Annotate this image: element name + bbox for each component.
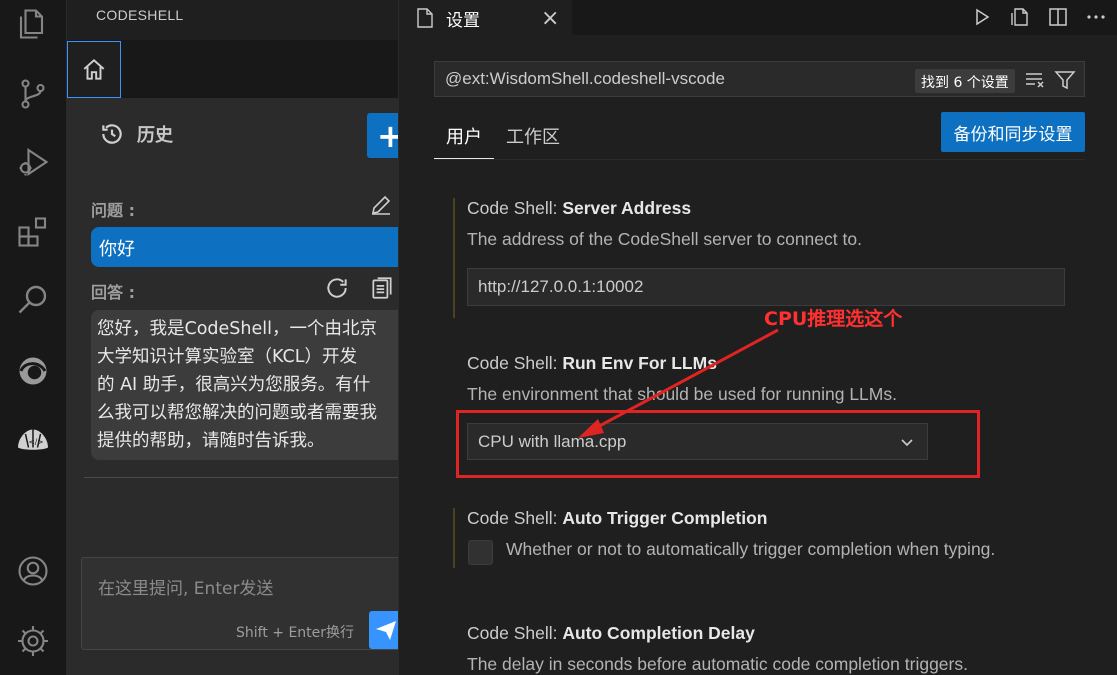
activity-bar: </> [0, 0, 67, 675]
editor-tabbar: 设置 × [400, 0, 1117, 35]
search-value: @ext:WisdomShell.codeshell-vscode [445, 69, 725, 88]
new-chat-button[interactable]: + [367, 113, 398, 158]
answer-label: 回答 : [91, 283, 135, 302]
history-label: 历史 [137, 125, 173, 146]
codeshell-sidebar: CODESHELL 历史 + 问题 : 你好 回答 : 您好，我是CodeShe… [67, 0, 399, 675]
settings-editor: @ext:WisdomShell.codeshell-vscode 找到 6 个… [400, 35, 1117, 675]
search-actions [1024, 69, 1076, 95]
close-icon[interactable]: × [541, 6, 559, 31]
chat-input[interactable]: 在这里提问, Enter发送 Shift + Enter换行 [81, 557, 398, 650]
setting-title: Code Shell: Auto Completion Delay [467, 623, 755, 643]
history-icon [102, 124, 122, 144]
send-button[interactable] [369, 611, 398, 649]
open-settings-json-icon[interactable] [1009, 6, 1031, 28]
annotation-text: CPU推理选这个 [764, 308, 903, 330]
answer-bubble: 您好，我是CodeShell，一个由北京 大学知识计算实验室（KCL）开发 的 … [91, 310, 398, 460]
home-icon [83, 58, 105, 80]
chat-input-hint: Shift + Enter换行 [236, 625, 355, 641]
history-button[interactable]: 历史 [99, 121, 173, 147]
annotation-box [456, 410, 980, 478]
svg-text:</>: </> [29, 438, 44, 447]
run-icon[interactable] [971, 6, 993, 28]
home-button[interactable] [67, 41, 121, 98]
answer-line: 的 AI 助手，很高兴为您服务。有什 [97, 375, 371, 395]
answer-line: 提供的帮助，请随时告诉我。 [97, 431, 325, 451]
setting-description: Whether or not to automatically trigger … [506, 539, 996, 559]
codeshell-icon[interactable]: </> [14, 421, 52, 459]
explorer-icon[interactable] [14, 5, 52, 43]
setting-server-address: Code Shell: Server Address The address o… [453, 198, 862, 318]
modified-indicator [453, 198, 455, 318]
source-control-icon[interactable] [14, 75, 52, 113]
clear-filter-icon[interactable] [1024, 69, 1046, 95]
edit-icon[interactable] [369, 193, 393, 221]
tab-title: 设置 [446, 10, 480, 31]
setting-run-env: Code Shell: Run Env For LLMs The environ… [467, 353, 897, 405]
extensions-icon[interactable] [14, 213, 52, 251]
answer-line: 么我可以帮您解决的问题或者需要我 [97, 403, 377, 423]
send-icon [376, 621, 396, 640]
setting-auto-trigger: Code Shell: Auto Trigger Completion Whet… [453, 508, 996, 568]
answer-line: 您好，我是CodeShell，一个由北京 [97, 319, 377, 339]
more-actions-icon[interactable] [1085, 6, 1107, 28]
tab-user[interactable]: 用户 [434, 123, 494, 159]
editor-actions [971, 6, 1107, 28]
backup-sync-button[interactable]: 备份和同步设置 [941, 112, 1085, 152]
setting-description: The delay in seconds before automatic co… [467, 654, 968, 674]
setting-description: The address of the CodeShell server to c… [467, 229, 862, 249]
divider [84, 477, 398, 478]
sidebar-title: CODESHELL [96, 7, 184, 23]
answer-line: 大学知识计算实验室（KCL）开发 [97, 347, 357, 367]
modified-indicator [453, 508, 455, 568]
found-badge: 找到 6 个设置 [915, 69, 1015, 93]
settings-gear-icon[interactable] [14, 622, 52, 660]
run-debug-icon[interactable] [14, 143, 52, 181]
regenerate-icon[interactable] [324, 275, 350, 305]
setting-title: Code Shell: Run Env For LLMs [467, 353, 717, 373]
account-icon[interactable] [14, 552, 52, 590]
settings-search-input[interactable]: @ext:WisdomShell.codeshell-vscode 找到 6 个… [434, 61, 1085, 97]
server-address-input[interactable]: http://127.0.0.1:10002 [467, 268, 1065, 306]
question-label: 问题 : [91, 201, 135, 220]
copy-icon[interactable] [369, 275, 395, 305]
tab-workspace[interactable]: 工作区 [506, 123, 560, 149]
setting-auto-completion-delay: Code Shell: Auto Completion Delay The de… [467, 623, 968, 675]
tab-settings[interactable]: 设置 × [400, 0, 572, 35]
chat-input-placeholder: 在这里提问, Enter发送 [98, 579, 274, 599]
filter-icon[interactable] [1054, 69, 1076, 95]
split-editor-icon[interactable] [1047, 6, 1069, 28]
file-icon [417, 8, 433, 28]
setting-description: The environment that should be used for … [467, 384, 897, 404]
setting-title: Code Shell: Auto Trigger Completion [467, 508, 768, 528]
setting-title: Code Shell: Server Address [467, 198, 692, 218]
question-bubble: 你好 [91, 227, 398, 267]
edge-icon[interactable] [14, 352, 52, 390]
auto-trigger-checkbox[interactable] [468, 540, 493, 565]
search-icon[interactable] [14, 280, 52, 318]
